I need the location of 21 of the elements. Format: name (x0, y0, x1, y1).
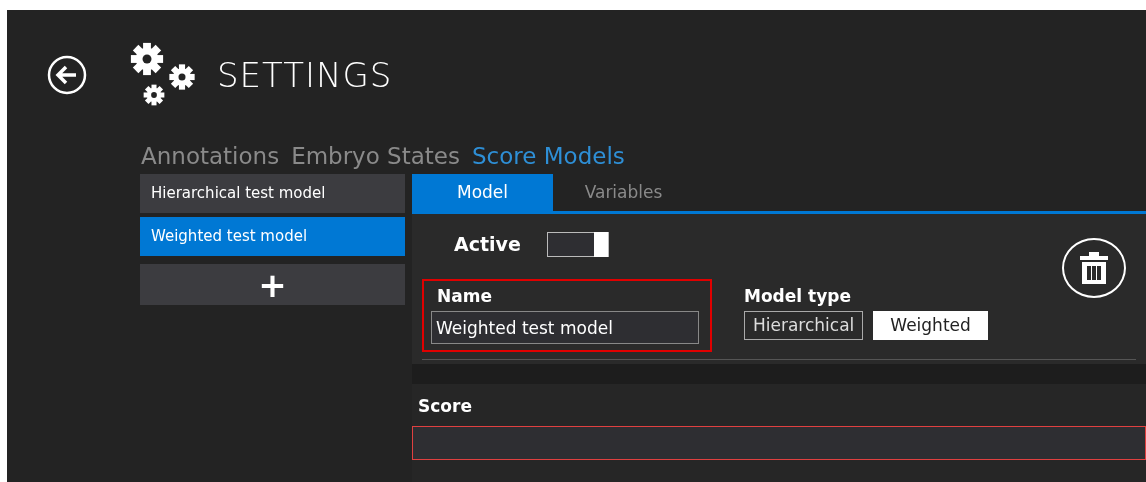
page-title: SETTINGS (217, 53, 393, 97)
tab[interactable]: Variables (553, 174, 694, 211)
model-type-option[interactable]: Hierarchical (744, 311, 864, 340)
score-label: Score (417, 395, 473, 418)
active-label: Active (454, 232, 521, 257)
trash-icon (1079, 252, 1109, 284)
tab[interactable]: Model (412, 174, 553, 211)
delete-button[interactable] (1062, 238, 1126, 298)
back-button[interactable] (47, 55, 87, 95)
model-type-option[interactable]: Weighted (873, 311, 988, 340)
category-tab[interactable]: Embryo States (291, 138, 460, 174)
model-list-item[interactable]: Weighted test model (140, 217, 405, 256)
add-button[interactable]: + (140, 264, 405, 305)
model-type-label: Model type (744, 284, 852, 308)
category-tab[interactable]: Annotations (141, 138, 280, 174)
name-label: Name (436, 284, 493, 308)
category-tab[interactable]: Score Models (472, 138, 625, 174)
model-list-item[interactable]: Hierarchical test model (140, 174, 405, 213)
score-field[interactable] (412, 425, 1146, 460)
name-field[interactable]: Weighted test model (431, 311, 699, 344)
active-toggle[interactable] (546, 231, 609, 257)
